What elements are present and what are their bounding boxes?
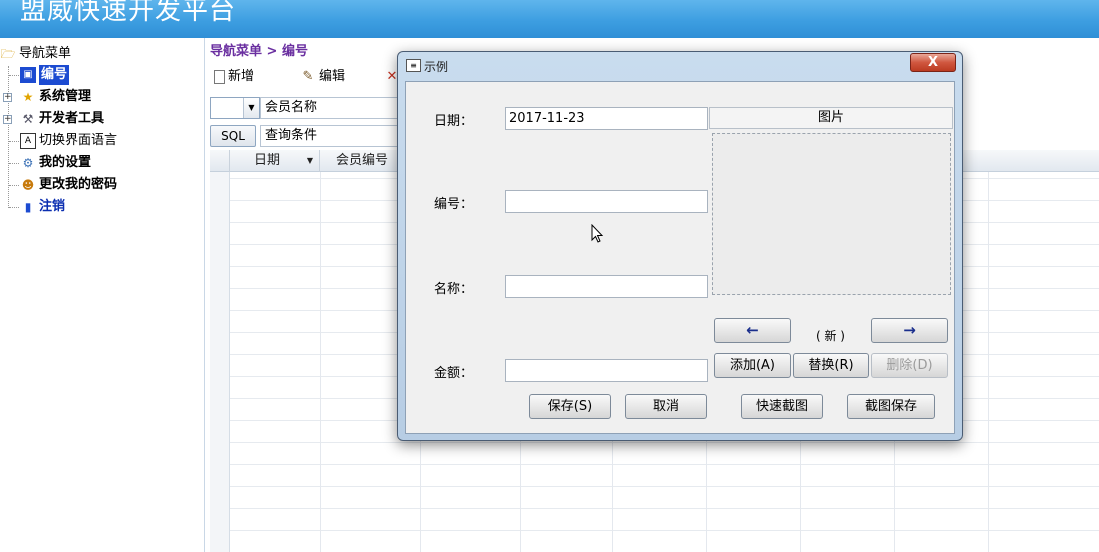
form-window-icon: ≡ bbox=[406, 59, 421, 72]
nav-item-developer-tools[interactable]: ⚒ 开发者工具 bbox=[20, 109, 104, 129]
date-label: 日期： bbox=[434, 114, 474, 129]
replace-image-button[interactable]: 替换(R) bbox=[793, 353, 869, 378]
field-combo[interactable]: ▼ bbox=[210, 97, 260, 119]
nav-item-label: 更改我的密码 bbox=[39, 177, 118, 192]
nav-root-label: 导航菜单 bbox=[19, 46, 72, 61]
form-icon: ▣ bbox=[20, 67, 36, 83]
sql-button[interactable]: SQL bbox=[210, 125, 256, 147]
add-image-button[interactable]: 添加(A) bbox=[714, 353, 791, 378]
previous-image-button[interactable]: ← bbox=[714, 318, 791, 343]
capture-save-button[interactable]: 截图保存 bbox=[847, 394, 935, 419]
name-label: 名称： bbox=[434, 282, 474, 297]
example-dialog: ≡ 示例 X 日期： 2017-11-23 编号： 名称： 金额： 图片 ← (… bbox=[397, 51, 963, 441]
close-icon: X bbox=[927, 55, 939, 70]
arrow-right-icon: → bbox=[903, 321, 916, 339]
expand-icon[interactable]: + bbox=[3, 93, 12, 102]
number-field[interactable] bbox=[505, 190, 708, 213]
nav-item-switch-language[interactable]: A 切换界面语言 bbox=[20, 131, 117, 151]
tree-line bbox=[9, 207, 19, 208]
quick-capture-button[interactable]: 快速截图 bbox=[741, 394, 823, 419]
nav-item-label: 我的设置 bbox=[39, 155, 92, 170]
edit-pencil-icon: ✎ bbox=[302, 69, 314, 84]
mouse-cursor-icon bbox=[591, 224, 604, 243]
name-field[interactable] bbox=[505, 275, 708, 298]
delete-image-button[interactable]: 删除(D) bbox=[871, 353, 948, 378]
field-name-box[interactable]: 会员名称 bbox=[260, 97, 400, 119]
image-status: ( 新 ) bbox=[816, 329, 845, 343]
new-button-label: 新增 bbox=[228, 69, 255, 84]
nav-item-my-settings[interactable]: ⚙ 我的设置 bbox=[20, 153, 91, 173]
amount-label: 金额： bbox=[434, 366, 474, 381]
logout-door-icon: ▮ bbox=[24, 200, 32, 214]
amount-field[interactable] bbox=[505, 359, 708, 382]
close-button[interactable]: X bbox=[910, 53, 956, 72]
tools-icon: ⚒ bbox=[22, 112, 34, 126]
tree-line bbox=[9, 185, 19, 186]
folder-open-icon: 🗁 bbox=[0, 47, 16, 61]
nav-tree: 🗁 导航菜单 ▣ 编号 + ★ 系统管理 + ⚒ 开发者工具 A 切换界面语言 … bbox=[0, 38, 205, 552]
tree-line bbox=[9, 163, 19, 164]
title-banner: 盟威快速开发平台 bbox=[0, 0, 1099, 38]
filter-row: ▼ 会员名称 bbox=[210, 96, 400, 120]
new-button[interactable]: 新增 bbox=[214, 66, 254, 88]
language-icon: A bbox=[20, 133, 36, 149]
tree-line bbox=[9, 75, 19, 76]
tree-line bbox=[9, 141, 19, 142]
tree-line bbox=[8, 66, 9, 208]
number-label: 编号： bbox=[434, 197, 474, 212]
nav-item-number[interactable]: ▣ 编号 bbox=[20, 65, 70, 85]
new-document-icon bbox=[214, 70, 225, 84]
next-image-button[interactable]: → bbox=[871, 318, 948, 343]
row-header-column bbox=[210, 172, 230, 552]
app-title: 盟威快速开发平台 bbox=[20, 0, 237, 26]
cancel-button[interactable]: 取消 bbox=[625, 394, 707, 419]
image-title: 图片 bbox=[709, 107, 953, 129]
dialog-title: 示例 bbox=[424, 60, 449, 74]
arrow-left-icon: ← bbox=[746, 321, 759, 339]
nav-item-system-management[interactable]: ★ 系统管理 bbox=[20, 87, 91, 107]
star-icon: ★ bbox=[22, 90, 34, 104]
nav-item-label: 编号 bbox=[39, 65, 70, 85]
grid-column-line bbox=[988, 172, 989, 552]
user-key-icon: ☻ bbox=[21, 178, 35, 192]
edit-button-label: 编辑 bbox=[319, 69, 346, 84]
nav-root[interactable]: 🗁 导航菜单 bbox=[0, 44, 71, 64]
chevron-down-icon[interactable]: ▼ bbox=[243, 98, 259, 118]
grid-column-line bbox=[320, 172, 321, 552]
nav-item-label: 系统管理 bbox=[39, 89, 92, 104]
nav-item-label: 切换界面语言 bbox=[39, 133, 118, 148]
dialog-body: 日期： 2017-11-23 编号： 名称： 金额： 图片 ← ( 新 ) → … bbox=[405, 81, 955, 434]
sql-row: SQL 查询条件 bbox=[210, 124, 400, 148]
edit-button[interactable]: ✎ 编辑 bbox=[300, 66, 345, 88]
nav-item-change-password[interactable]: ☻ 更改我的密码 bbox=[20, 175, 117, 195]
settings-icon: ⚙ bbox=[22, 156, 34, 170]
nav-item-logout[interactable]: ▮ 注销 bbox=[20, 197, 65, 217]
breadcrumb: 导航菜单 > 编号 bbox=[210, 44, 308, 59]
query-condition-box[interactable]: 查询条件 bbox=[260, 125, 400, 147]
save-button[interactable]: 保存(S) bbox=[529, 394, 611, 419]
nav-item-label: 注销 bbox=[39, 199, 66, 214]
column-header-label: 日期 bbox=[254, 153, 281, 168]
expand-icon[interactable]: + bbox=[3, 115, 12, 124]
column-header-label: 会员编号 bbox=[336, 153, 389, 168]
date-field[interactable]: 2017-11-23 bbox=[505, 107, 708, 130]
grid-column-date[interactable]: 日期 ▼ bbox=[230, 150, 320, 172]
grid-column-member-number[interactable]: 会员编号 bbox=[320, 150, 402, 172]
sort-dropdown-icon[interactable]: ▼ bbox=[307, 150, 313, 172]
nav-item-label: 开发者工具 bbox=[39, 111, 105, 126]
image-area[interactable] bbox=[712, 133, 951, 295]
grid-corner[interactable] bbox=[210, 150, 230, 172]
